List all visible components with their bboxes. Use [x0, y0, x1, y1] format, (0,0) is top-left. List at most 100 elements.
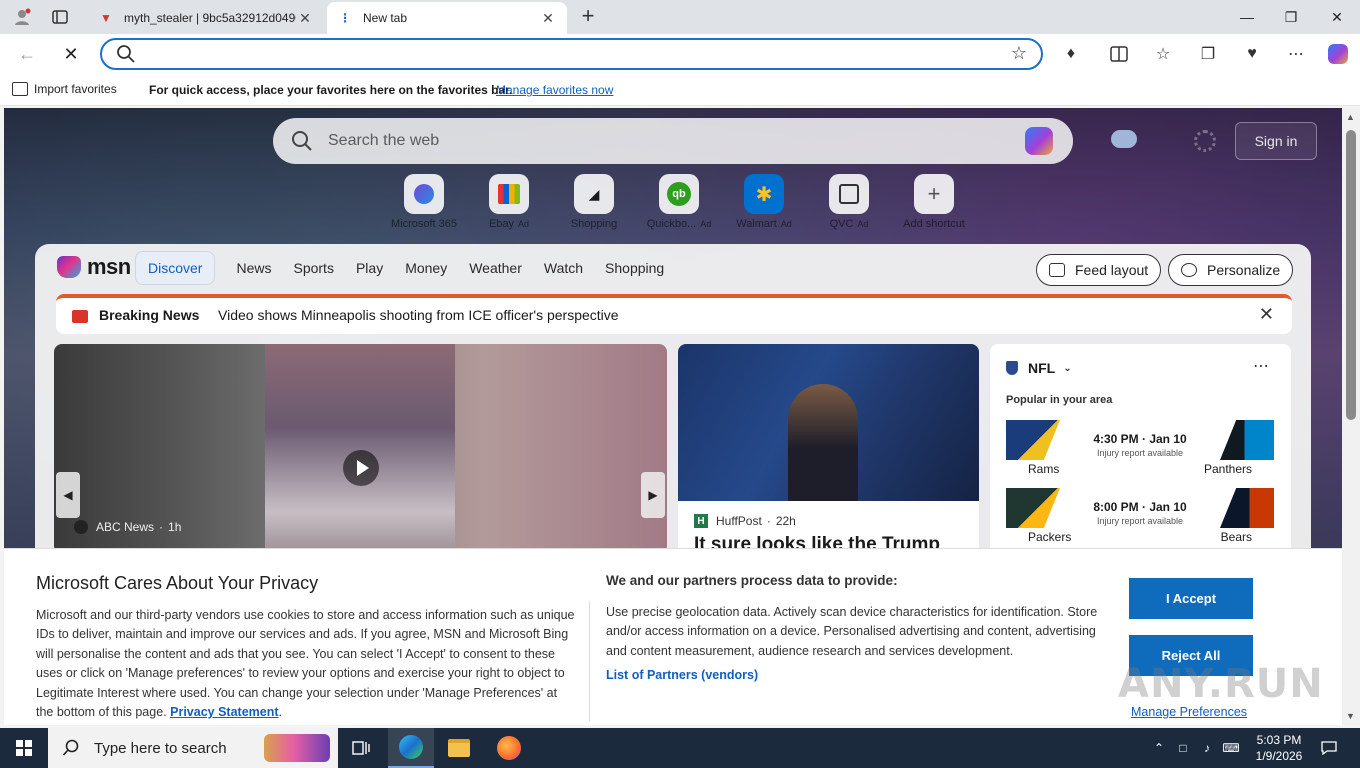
extensions-icon[interactable]: ♦: [1055, 40, 1087, 68]
search-icon: [292, 131, 312, 151]
close-tab-icon[interactable]: ✕: [539, 10, 557, 27]
minimize-button[interactable]: —: [1224, 0, 1270, 34]
privacy-body-text: Microsoft and our third-party vendors us…: [36, 608, 575, 720]
personalize-button[interactable]: Personalize: [1168, 254, 1294, 286]
page-scrollbar[interactable]: ▲ ▼: [1342, 108, 1360, 725]
quick-link-quickbooks[interactable]: qb Quickbo... Ad: [634, 174, 724, 230]
msn-logo[interactable]: msn: [57, 254, 131, 280]
quick-link-label: Add shortcut: [903, 218, 965, 230]
task-view-icon[interactable]: [338, 728, 384, 768]
keyboard-icon[interactable]: ⌨: [1221, 728, 1241, 768]
quick-link-walmart[interactable]: ✱ Walmart Ad: [719, 174, 809, 230]
copilot-icon[interactable]: [1025, 127, 1053, 155]
quick-link-microsoft-365[interactable]: Microsoft 365: [379, 174, 469, 230]
firefox-icon[interactable]: [486, 728, 532, 768]
microsoft-365-icon: [404, 174, 444, 214]
scroll-thumb[interactable]: [1346, 130, 1356, 420]
quick-link-ebay[interactable]: Ebay Ad: [464, 174, 554, 230]
huffpost-news-card[interactable]: H HuffPost · 22h It sure looks like the …: [678, 344, 979, 554]
copilot-icon[interactable]: [1322, 40, 1354, 68]
network-icon[interactable]: □: [1173, 728, 1193, 768]
home-team: Packers: [1028, 530, 1072, 544]
new-tab-button[interactable]: +: [574, 4, 602, 30]
taskbar-search-placeholder: Type here to search: [94, 739, 227, 757]
system-clock[interactable]: 5:03 PM 1/9/2026: [1244, 732, 1314, 764]
game-row[interactable]: 4:30 PM · Jan 10 Injury report available…: [1006, 420, 1274, 480]
feed-tab-shopping[interactable]: Shopping: [594, 253, 675, 283]
add-favorite-star-icon[interactable]: ☆: [1011, 43, 1027, 64]
settings-more-icon[interactable]: ⋯: [1280, 40, 1312, 68]
loading-icon: ⋮: [339, 11, 351, 25]
feed-layout-button[interactable]: Feed layout: [1036, 254, 1162, 286]
feed-tab-play[interactable]: Play: [345, 253, 394, 283]
personalize-label: Personalize: [1207, 262, 1281, 278]
file-explorer-icon[interactable]: [436, 728, 482, 768]
feed-tab-weather[interactable]: Weather: [458, 253, 533, 283]
split-screen-icon[interactable]: [1103, 40, 1135, 68]
page-settings-gear-icon[interactable]: [1194, 130, 1216, 152]
carousel-prev-button[interactable]: ◀: [56, 472, 80, 518]
address-bar[interactable]: ☆: [100, 38, 1043, 70]
show-hidden-icons-chevron-icon[interactable]: ⌃: [1150, 728, 1168, 768]
favorites-bar: Import favorites For quick access, place…: [0, 74, 1360, 106]
back-button[interactable]: ←: [12, 39, 42, 69]
news-photo: [678, 344, 979, 501]
play-icon[interactable]: [343, 450, 379, 486]
accept-button[interactable]: I Accept: [1129, 578, 1253, 619]
import-favorites-label: Import favorites: [34, 82, 117, 96]
feed-tab-money[interactable]: Money: [394, 253, 458, 283]
sign-in-button[interactable]: Sign in: [1235, 122, 1317, 160]
browser-essentials-icon[interactable]: ♥: [1236, 40, 1268, 68]
weather-icon[interactable]: [1111, 130, 1137, 148]
breaking-news-headline[interactable]: Video shows Minneapolis shooting from IC…: [218, 307, 619, 323]
scroll-down-arrow-icon[interactable]: ▼: [1346, 711, 1355, 721]
close-window-button[interactable]: ✕: [1314, 0, 1360, 34]
manage-favorites-link[interactable]: Manage favorites now: [496, 83, 613, 97]
divider: [589, 601, 590, 721]
manage-preferences-link[interactable]: Manage Preferences: [1131, 705, 1247, 719]
quick-link-label: Walmart: [736, 218, 777, 230]
feed-tab-sports[interactable]: Sports: [282, 253, 344, 283]
feed-tab-watch[interactable]: Watch: [533, 253, 594, 283]
breaking-news-banner[interactable]: Breaking News Video shows Minneapolis sh…: [56, 294, 1292, 334]
quick-link-label: Quickbo...: [646, 218, 697, 230]
feed-tab-news[interactable]: News: [225, 253, 282, 283]
tab-actions-icon[interactable]: [46, 4, 74, 30]
taskbar-search[interactable]: Type here to search: [48, 728, 338, 768]
shopping-tag-icon: ◢: [574, 174, 614, 214]
video-news-card[interactable]: ◀ ▶ ABC News · 1h: [54, 344, 667, 554]
scroll-up-arrow-icon[interactable]: ▲: [1346, 112, 1355, 122]
start-button[interactable]: [0, 728, 48, 768]
carousel-next-button[interactable]: ▶: [641, 472, 665, 518]
game-time: 8:00 PM · Jan 10: [1093, 500, 1187, 514]
web-search-box[interactable]: Search the web: [273, 118, 1073, 164]
close-tab-icon[interactable]: ✕: [296, 10, 314, 27]
edge-taskbar-icon[interactable]: [388, 728, 434, 768]
volume-icon[interactable]: ♪: [1197, 728, 1217, 768]
walmart-icon: ✱: [744, 174, 784, 214]
source-age: 1h: [168, 520, 182, 534]
notifications-icon[interactable]: [1318, 728, 1340, 768]
tab-new-tab[interactable]: ⋮ New tab ✕: [327, 2, 567, 34]
feed-tab-discover[interactable]: Discover: [135, 251, 216, 285]
game-row[interactable]: 8:00 PM · Jan 10 Injury report available…: [1006, 488, 1274, 548]
restore-button[interactable]: ❐: [1268, 0, 1314, 34]
quick-link-qvc[interactable]: QVC Ad: [804, 174, 894, 230]
profile-icon[interactable]: [8, 4, 36, 30]
quick-link-shopping[interactable]: ◢ Shopping: [549, 174, 639, 230]
tab-myth-stealer[interactable]: ▼ myth_stealer | 9bc5a32912d0490a ✕: [88, 2, 324, 34]
favorites-icon[interactable]: ☆: [1147, 40, 1179, 68]
privacy-statement-link[interactable]: Privacy Statement: [170, 705, 278, 719]
stop-loading-button[interactable]: ✕: [56, 39, 86, 69]
add-shortcut-button[interactable]: + Add shortcut: [889, 174, 979, 230]
ebay-icon: [489, 174, 529, 214]
collections-icon[interactable]: ❐: [1192, 40, 1224, 68]
nfl-dropdown[interactable]: NFL ⌄: [1006, 360, 1072, 376]
chevron-down-icon: ⌄: [1063, 362, 1072, 374]
more-options-icon[interactable]: ⋯: [1253, 356, 1269, 376]
address-input[interactable]: [146, 44, 996, 66]
feed-nav: Discover News Sports Play Money Weather …: [135, 251, 675, 285]
import-favorites-button[interactable]: Import favorites: [12, 82, 117, 96]
partners-link[interactable]: List of Partners (vendors): [606, 668, 758, 682]
close-icon[interactable]: ✕: [1259, 304, 1274, 325]
